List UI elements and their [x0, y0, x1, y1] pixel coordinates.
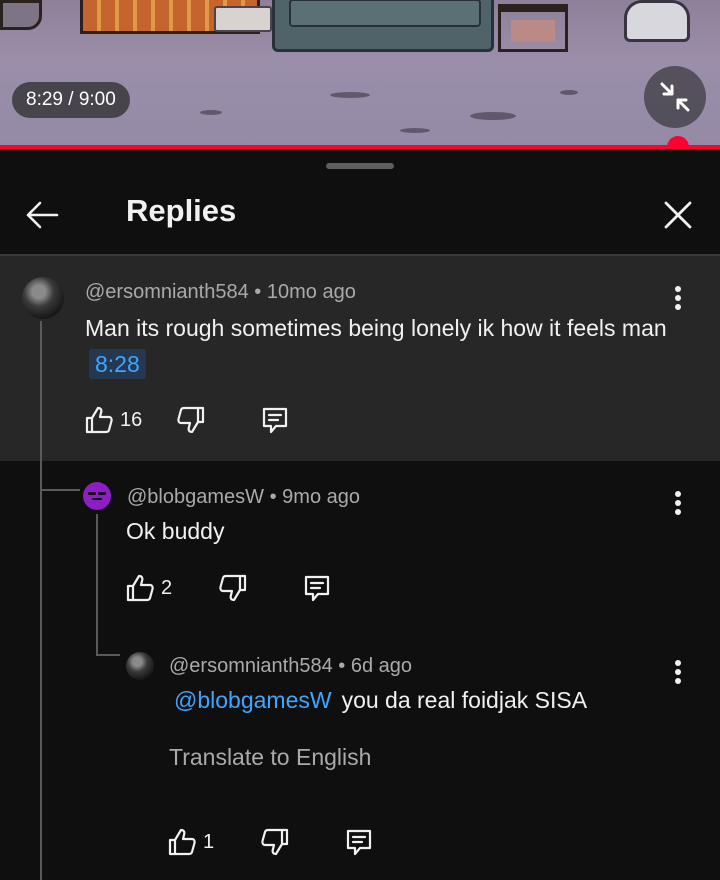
panel-drag-handle[interactable]	[326, 163, 394, 169]
more-vert-icon	[675, 660, 681, 684]
thread-line	[96, 514, 98, 654]
scene-floor-mark	[330, 92, 370, 98]
scene-pet-carrier	[624, 0, 690, 42]
replies-panel: Replies @ersomnianth584 • 10mo ago Man i…	[0, 149, 720, 880]
comment-actions: 16	[84, 400, 290, 440]
thumb-up-icon	[168, 828, 196, 856]
comment-age: 10mo ago	[266, 281, 356, 303]
scene-floor-mark	[200, 110, 222, 115]
thread-connector	[40, 489, 80, 491]
comment-author[interactable]: @blobgamesW	[127, 486, 264, 508]
comment-age: 9mo ago	[282, 486, 360, 508]
mention-link[interactable]: @blobgamesW	[174, 687, 332, 713]
scene-couch	[272, 0, 494, 52]
panel-header: Replies	[0, 179, 720, 254]
thumb-down-icon	[219, 574, 247, 602]
thread-connector	[96, 654, 120, 656]
scene-object	[0, 0, 42, 30]
comment-actions: 1	[167, 822, 374, 862]
more-vert-icon	[675, 286, 681, 310]
like-count: 16	[120, 408, 143, 431]
thumb-up-icon	[126, 574, 154, 602]
avatar-face-icon	[88, 492, 106, 500]
comment-author[interactable]: @ersomnianth584	[169, 655, 333, 677]
comment-reply-icon	[347, 829, 372, 856]
close-button[interactable]	[654, 191, 702, 239]
fullscreen-exit-icon	[660, 82, 690, 112]
reply-button[interactable]	[260, 400, 290, 440]
comment-meta: @ersomnianth584 • 10mo ago	[85, 278, 356, 306]
scene-floor-mark	[400, 128, 430, 133]
scene-papers	[214, 6, 272, 32]
scene-floor-mark	[560, 90, 578, 95]
like-button[interactable]: 16	[84, 400, 142, 440]
dislike-button[interactable]	[260, 822, 290, 862]
more-vert-icon	[675, 491, 681, 515]
comment-meta: @ersomnianth584 • 6d ago	[169, 652, 412, 680]
comment-more-button[interactable]	[662, 652, 694, 692]
comment-reply-icon	[263, 407, 288, 434]
thumb-down-icon	[177, 406, 205, 434]
comment-more-button[interactable]	[662, 483, 694, 523]
avatar[interactable]	[22, 277, 64, 319]
like-count: 1	[203, 830, 215, 853]
comment-text: Man its rough sometimes being lonely ik …	[85, 310, 685, 382]
video-player[interactable]: 8:29 / 9:00	[0, 0, 720, 148]
panel-title: Replies	[126, 193, 237, 228]
translate-button[interactable]: Translate to English	[169, 741, 371, 773]
reply-button[interactable]	[302, 568, 332, 608]
close-icon	[664, 201, 692, 229]
like-button[interactable]: 2	[125, 568, 172, 608]
comment-age: 6d ago	[350, 655, 413, 677]
arrow-back-icon	[26, 201, 59, 229]
dislike-button[interactable]	[218, 568, 248, 608]
comment-reply-icon	[305, 575, 330, 602]
scene-table	[498, 4, 568, 52]
like-count: 2	[161, 576, 173, 599]
thumb-up-icon	[85, 406, 113, 434]
fullscreen-button[interactable]	[644, 66, 706, 128]
thumb-down-icon	[261, 828, 289, 856]
scene-floor-mark	[470, 112, 516, 120]
dislike-button[interactable]	[176, 400, 206, 440]
timestamp-link[interactable]: 8:28	[89, 349, 146, 379]
meta-separator: •	[248, 281, 267, 303]
avatar[interactable]	[126, 652, 154, 680]
comment-meta: @blobgamesW • 9mo ago	[127, 483, 360, 511]
comment-actions: 2	[125, 568, 332, 608]
like-button[interactable]: 1	[167, 822, 214, 862]
meta-separator: •	[264, 486, 283, 508]
meta-separator: •	[332, 655, 351, 677]
reply-button[interactable]	[344, 822, 374, 862]
comment-text: @blobgamesW you da real foidjak SISA	[174, 682, 587, 718]
video-time-display: 8:29 / 9:00	[12, 82, 130, 118]
comment-author[interactable]: @ersomnianth584	[85, 281, 249, 303]
comment-body: Ok buddy	[126, 518, 225, 544]
avatar[interactable]	[83, 482, 111, 510]
back-button[interactable]	[18, 191, 66, 239]
thread-line	[40, 321, 42, 880]
comment-body: you da real foidjak SISA	[341, 687, 588, 713]
comment-body: Man its rough sometimes being lonely ik …	[85, 315, 667, 341]
